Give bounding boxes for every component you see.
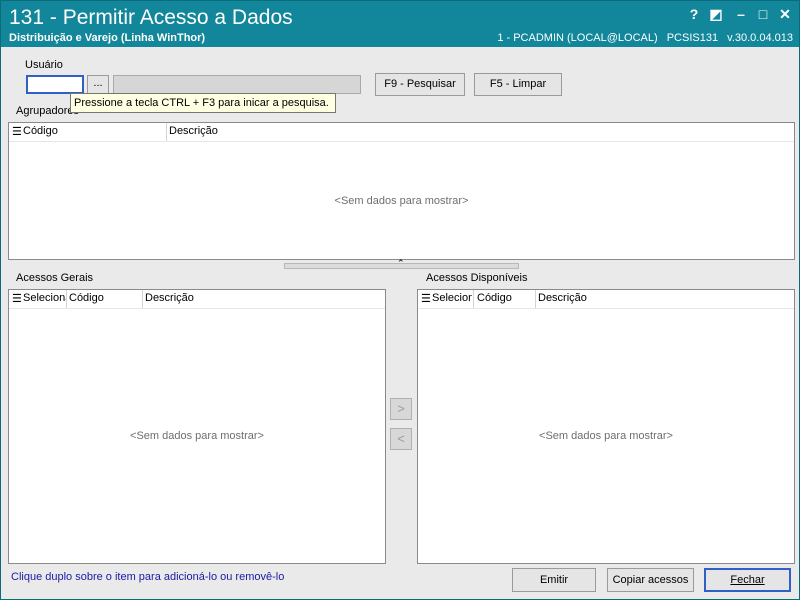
user-name-field bbox=[113, 75, 361, 94]
user-browse-button[interactable]: ... bbox=[87, 75, 109, 94]
col-codigo[interactable]: Código bbox=[69, 292, 104, 304]
column-divider bbox=[142, 290, 143, 308]
col-descricao[interactable]: Descrição bbox=[145, 292, 194, 304]
remove-arrow-button[interactable]: < bbox=[390, 428, 412, 450]
add-arrow-button[interactable]: > bbox=[390, 398, 412, 420]
copy-access-button[interactable]: Copiar acessos bbox=[607, 568, 694, 592]
splitter-handle[interactable]: ⌃ bbox=[284, 258, 519, 269]
agrupadores-grid[interactable]: ☰ Código Descrição <Sem dados para mostr… bbox=[8, 122, 795, 260]
acessos-disponiveis-grid[interactable]: ☰ Selecionar Código Descrição <Sem dados… bbox=[417, 289, 795, 564]
close-icon[interactable]: ✕ bbox=[776, 5, 794, 23]
column-chooser-icon[interactable]: ☰ bbox=[12, 292, 22, 305]
restore-icon[interactable]: ◩ bbox=[707, 5, 725, 23]
column-chooser-icon[interactable]: ☰ bbox=[12, 125, 22, 138]
window-subtitle: Distribuição e Varejo (Linha WinThor) bbox=[9, 32, 206, 44]
column-divider bbox=[66, 290, 67, 308]
main-window: 131 - Permitir Acesso a Dados Distribuiç… bbox=[0, 0, 800, 600]
hint-text: Clique duplo sobre o item para adicioná-… bbox=[11, 571, 285, 583]
status-user: 1 - PCADMIN (LOCAL@LOCAL) bbox=[497, 32, 658, 44]
col-codigo[interactable]: Código bbox=[23, 125, 58, 137]
user-code-input[interactable] bbox=[26, 75, 84, 94]
status-line: 1 - PCADMIN (LOCAL@LOCAL) PCSIS131 v.30.… bbox=[491, 32, 793, 44]
agrupadores-header: ☰ Código Descrição bbox=[9, 123, 794, 142]
maximize-icon[interactable]: □ bbox=[754, 5, 772, 23]
search-button[interactable]: F9 - Pesquisar bbox=[375, 73, 465, 96]
acessos-disponiveis-header: ☰ Selecionar Código Descrição bbox=[418, 290, 794, 309]
status-app: PCSIS131 bbox=[666, 32, 719, 44]
acessos-gerais-label: Acessos Gerais bbox=[16, 272, 94, 284]
acessos-disponiveis-label: Acessos Disponíveis bbox=[426, 272, 528, 284]
minimize-icon[interactable]: – bbox=[732, 5, 750, 23]
agrupadores-empty-message: <Sem dados para mostrar> bbox=[334, 195, 469, 207]
column-chooser-icon[interactable]: ☰ bbox=[421, 292, 431, 305]
close-button[interactable]: Fechar bbox=[704, 568, 791, 592]
acessos-gerais-empty-message: <Sem dados para mostrar> bbox=[130, 430, 264, 442]
column-divider bbox=[473, 290, 474, 308]
col-descricao[interactable]: Descrição bbox=[538, 292, 587, 304]
search-tooltip: Pressione a tecla CTRL + F3 para inicar … bbox=[70, 93, 336, 113]
window-title: 131 - Permitir Acesso a Dados bbox=[9, 6, 293, 29]
status-version: v.30.0.04.013 bbox=[727, 32, 793, 44]
clear-button[interactable]: F5 - Limpar bbox=[474, 73, 562, 96]
title-bar: 131 - Permitir Acesso a Dados Distribuiç… bbox=[1, 1, 799, 47]
col-selecionar[interactable]: Selecionar bbox=[23, 292, 67, 304]
acessos-gerais-header: ☰ Selecionar Código Descrição bbox=[9, 290, 385, 309]
help-icon[interactable]: ? bbox=[685, 5, 703, 23]
user-label: Usuário bbox=[25, 59, 63, 71]
column-divider bbox=[166, 123, 167, 141]
col-descricao[interactable]: Descrição bbox=[169, 125, 218, 137]
acessos-disponiveis-empty-message: <Sem dados para mostrar> bbox=[539, 430, 673, 442]
chevron-up-icon: ⌃ bbox=[397, 258, 405, 268]
col-codigo[interactable]: Código bbox=[477, 292, 512, 304]
emit-button[interactable]: Emitir bbox=[512, 568, 596, 592]
acessos-gerais-grid[interactable]: ☰ Selecionar Código Descrição <Sem dados… bbox=[8, 289, 386, 564]
col-selecionar[interactable]: Selecionar bbox=[432, 292, 472, 304]
column-divider bbox=[535, 290, 536, 308]
